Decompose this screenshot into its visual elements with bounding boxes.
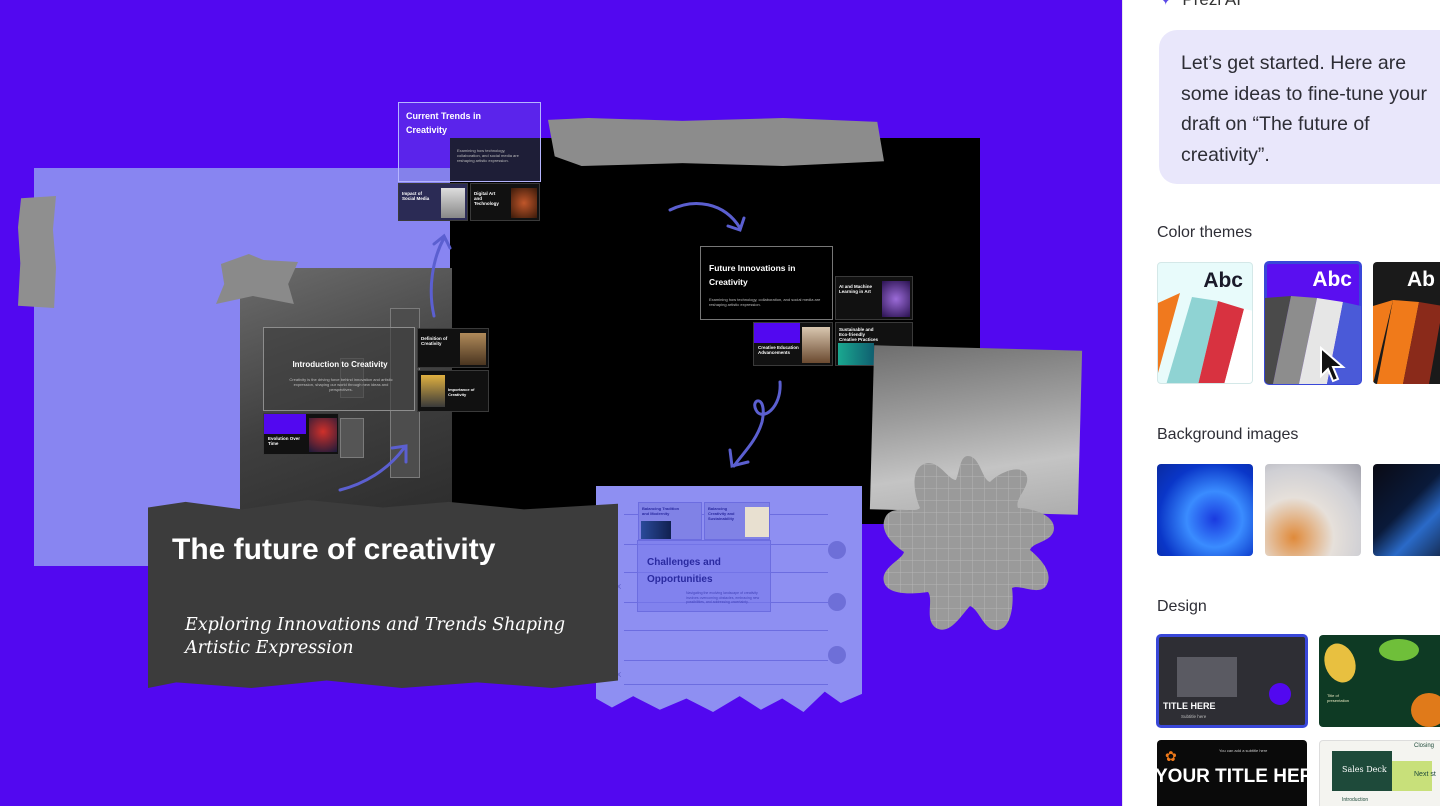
leaf-shape [1319, 639, 1361, 687]
subtopic-label: Creative Education Advancements [758, 345, 799, 355]
card-text: Examining how technology, collaboration,… [709, 297, 821, 307]
template-subtitle: You can add a subtitle here [1219, 748, 1268, 753]
subtopic-card[interactable]: Balancing Creativity and Sustainability [704, 502, 770, 540]
sparkle-icon: ✦ [1159, 0, 1173, 9]
theme-sample-text: Abc [1203, 269, 1243, 292]
card-text: Navigating the evolving landscape of cre… [686, 591, 760, 604]
template-subtitle: Next st [1414, 771, 1436, 778]
current-trends-card[interactable]: Current Trends in Creativity Examining h… [398, 102, 541, 182]
card-title: Future Innovations in Creativity [709, 263, 796, 287]
template-subtitle: Subtitle here [1181, 714, 1207, 719]
subtopic-card[interactable]: Balancing Tradition and Modernity [638, 502, 702, 540]
design-template-option[interactable]: ✿ You can add a subtitle here YOUR TITLE… [1157, 740, 1307, 806]
eco-thumbnail [838, 343, 874, 365]
section-heading: Design [1157, 598, 1207, 615]
card-title: Challenges and Opportunities [647, 557, 721, 585]
phone-thumbnail [441, 188, 465, 218]
template-title: Title of presentation [1327, 693, 1350, 703]
subtopic-label: Digital Art and Technology [474, 191, 499, 206]
accent-block [264, 414, 306, 434]
subtopic-label: Impact of Social Media [402, 191, 430, 201]
template-title: TITLE HERE [1163, 701, 1216, 711]
theme-sample-text: Abc [1312, 268, 1352, 291]
education-thumbnail [802, 327, 830, 363]
section-heading: Color themes [1157, 224, 1253, 241]
subtopic-card[interactable]: Importance of Creativity [417, 370, 489, 412]
presentation-title[interactable]: The future of creativity [172, 533, 572, 566]
subtopic-card[interactable]: Evolution Over Time [263, 413, 339, 455]
evolution-thumbnail [309, 418, 337, 452]
background-image-option[interactable] [1373, 464, 1440, 556]
ai-message-bubble: Let’s get started. Here are some ideas t… [1159, 30, 1440, 184]
tradition-thumbnail [641, 521, 671, 539]
app-name: Prezi AI [1182, 0, 1241, 10]
subtopic-label: AI and Machine Learning in Art [839, 284, 873, 294]
presentation-canvas[interactable]: Current Trends in Creativity Examining h… [0, 0, 1122, 806]
template-title: YOUR TITLE HER [1157, 766, 1307, 787]
subtopic-label: Importance of Creativity [448, 387, 475, 397]
template-shape [1177, 657, 1237, 697]
subtopic-card[interactable]: Definition of Creativity [417, 328, 489, 368]
design-template-option[interactable]: Sales Deck Closing Next st Introduction [1319, 740, 1440, 806]
arrow-icon [429, 233, 452, 318]
design-template-option[interactable]: TITLE HERE Subtitle here [1156, 634, 1308, 728]
arrow-icon [668, 202, 746, 232]
subtopic-card[interactable]: AI and Machine Learning in Art [835, 276, 913, 320]
tape-strip [216, 254, 298, 304]
subtopic-label: Evolution Over Time [268, 436, 301, 446]
arrow-icon [338, 444, 408, 492]
design-template-option[interactable]: Title of presentation [1319, 635, 1440, 727]
tape-strip [18, 196, 56, 308]
flower-shape [883, 456, 1054, 631]
color-theme-option[interactable]: Ab [1373, 262, 1440, 384]
card-title: Introduction to Creativity [292, 360, 388, 369]
subtopic-label: Sustainable and Eco-friendly Creative Pr… [839, 327, 879, 342]
background-image-option[interactable] [1265, 464, 1361, 556]
template-shape [1269, 683, 1291, 705]
template-title: Sales Deck [1342, 765, 1387, 774]
cursor-icon [1320, 346, 1346, 383]
card-text: Examining how technology, collaboration,… [457, 148, 519, 163]
flower-icon: ✿ [1165, 748, 1177, 764]
section-heading: Background images [1157, 426, 1299, 443]
arrow-icon [728, 380, 782, 468]
background-image-option[interactable] [1157, 464, 1253, 556]
challenges-card[interactable]: Challenges and Opportunities Navigating … [637, 540, 771, 612]
subtopic-card[interactable]: Digital Art and Technology [470, 183, 540, 221]
leaf-shape [1411, 693, 1440, 727]
template-subtitle: Introduction [1342, 797, 1369, 803]
definition-thumbnail [460, 333, 486, 365]
card-title: Current Trends in Creativity [406, 111, 482, 135]
color-theme-option[interactable]: Abc [1264, 261, 1362, 385]
tape-strip [548, 118, 884, 166]
ai-sidebar: ✦ Prezi AI Let’s get started. Here are s… [1122, 0, 1440, 806]
subtopic-label: Balancing Tradition and Modernity [642, 506, 680, 516]
theme-sample-text: Ab [1407, 268, 1435, 291]
introduction-card[interactable]: Introduction to Creativity Creativity is… [263, 327, 415, 411]
ai-thumbnail [882, 281, 910, 317]
subtopic-card[interactable]: Creative Education Advancements [753, 322, 833, 366]
presentation-subtitle[interactable]: Exploring Innovations and Trends Shaping… [185, 614, 585, 660]
leaf-shape [1379, 639, 1419, 661]
sustainability-thumbnail [745, 507, 769, 537]
importance-thumbnail [421, 375, 445, 407]
template-subtitle: Closing [1414, 743, 1435, 749]
subtopic-card[interactable]: Impact of Social Media [398, 183, 468, 221]
color-theme-option[interactable]: Abc [1157, 262, 1253, 384]
future-innovations-card[interactable]: Future Innovations in Creativity Examini… [700, 246, 833, 320]
accent-block [754, 323, 800, 343]
sidebar-header: ✦ Prezi AI [1159, 0, 1241, 10]
subtopic-label: Balancing Creativity and Sustainability [708, 506, 735, 521]
card-text: Creativity is the driving force behind i… [289, 377, 393, 392]
subtopic-label: Definition of Creativity [421, 336, 448, 346]
art-thumbnail [511, 188, 537, 218]
